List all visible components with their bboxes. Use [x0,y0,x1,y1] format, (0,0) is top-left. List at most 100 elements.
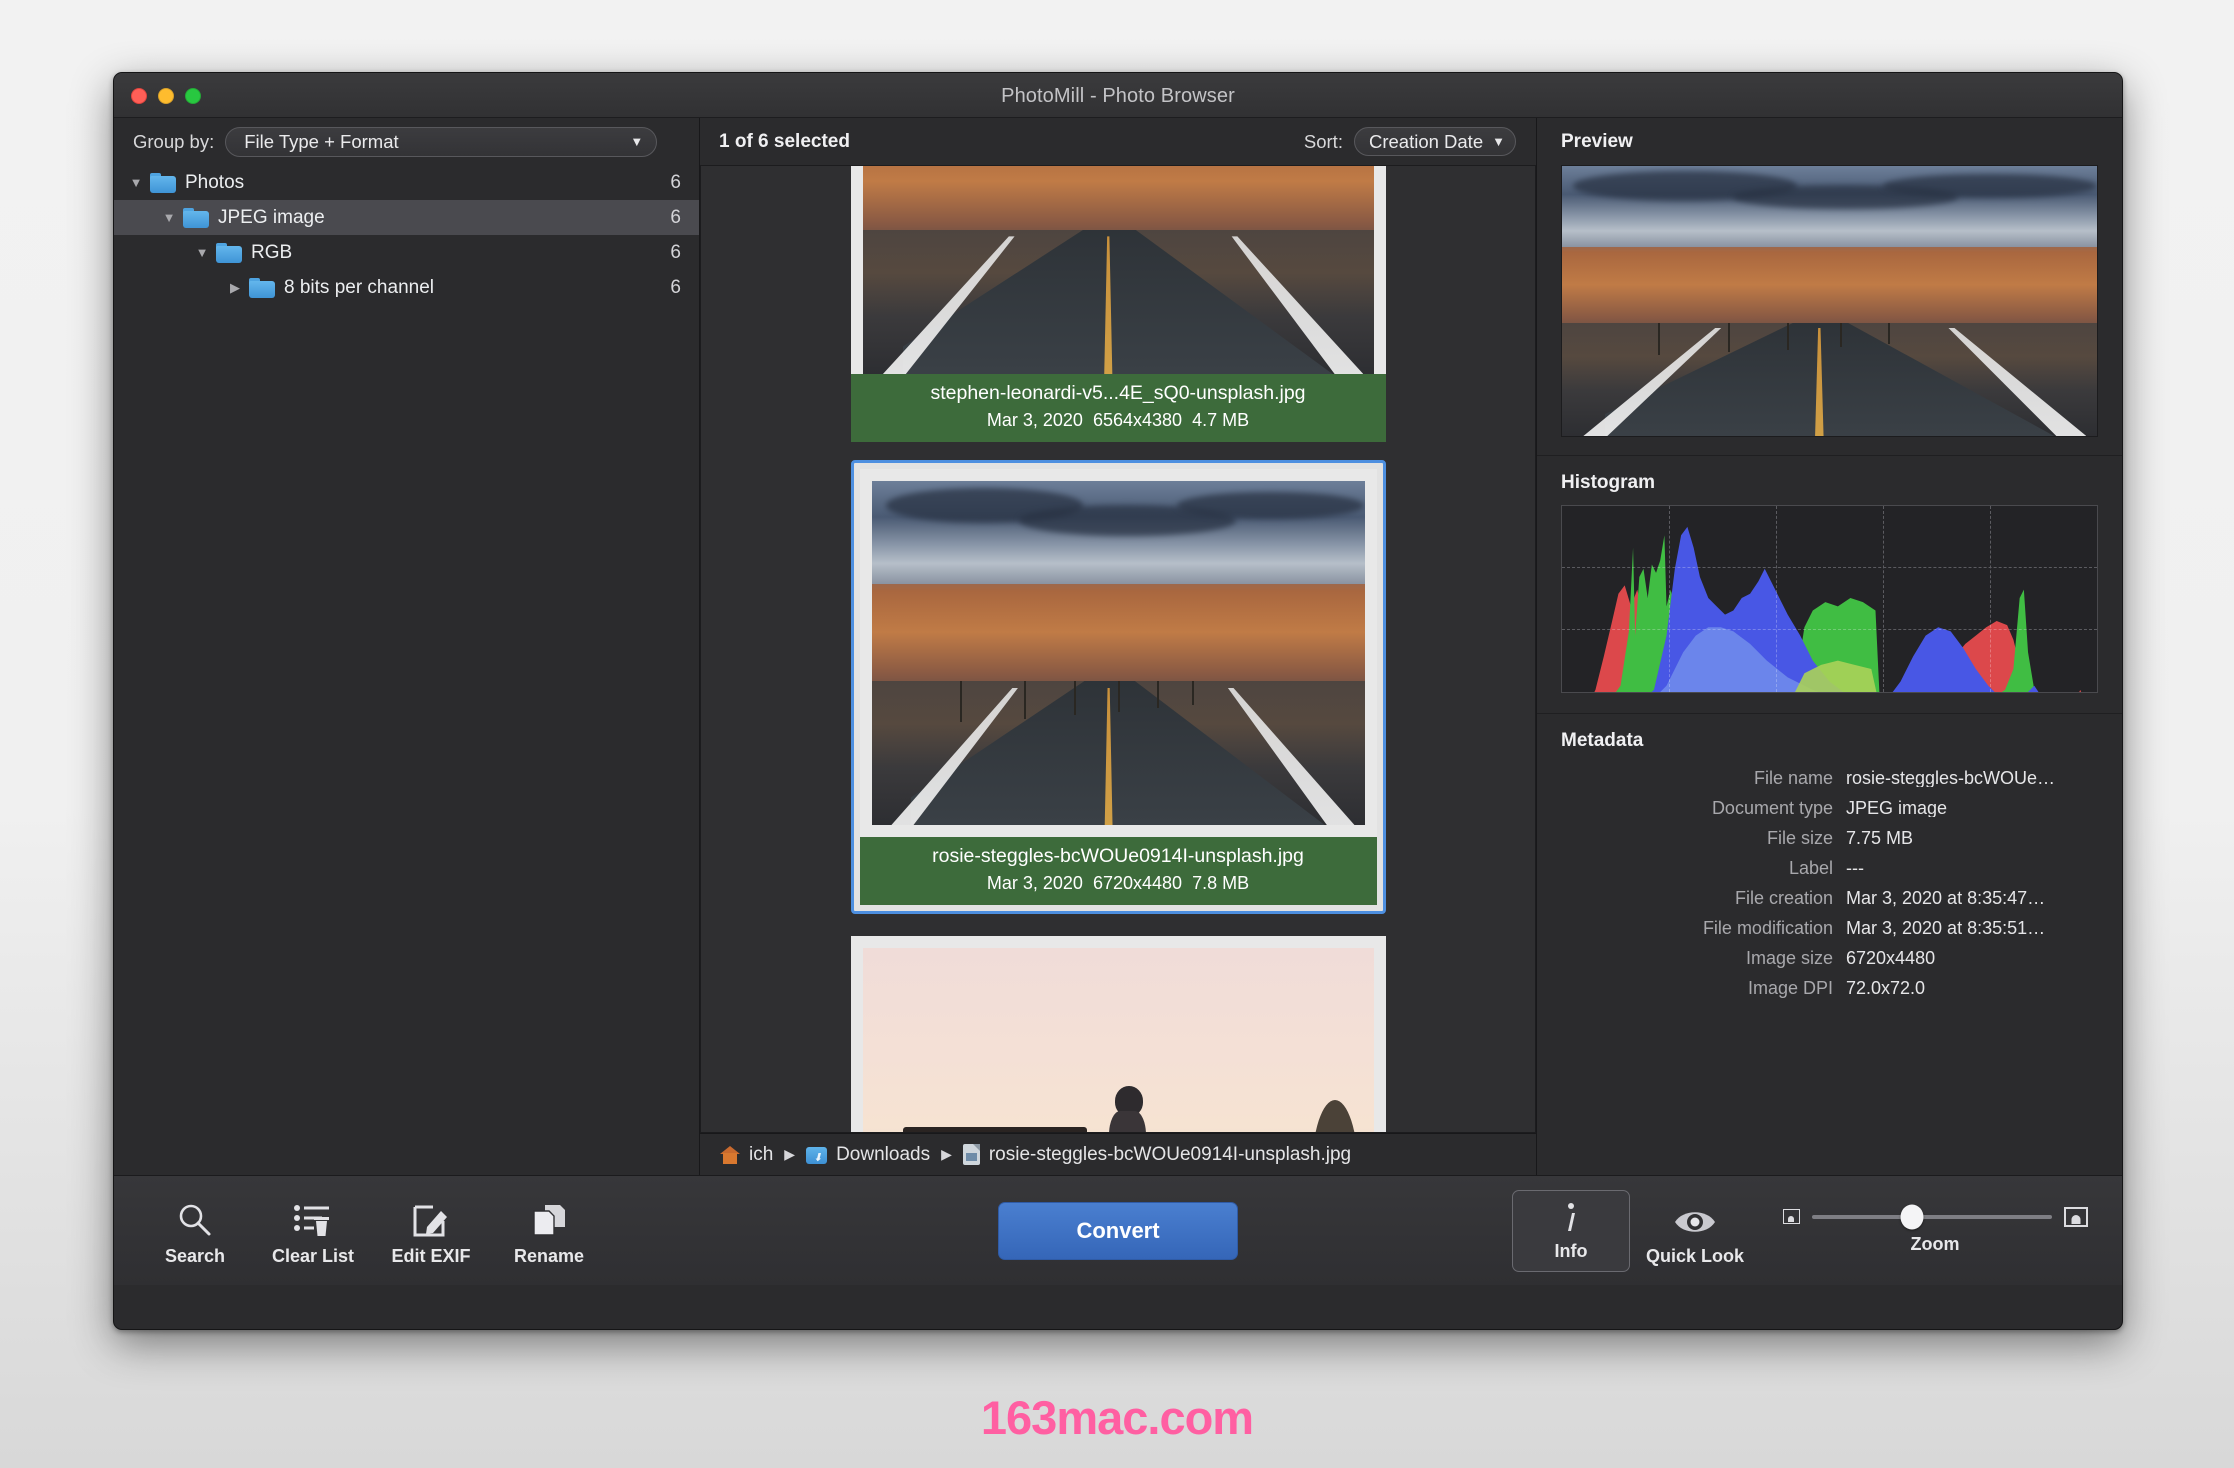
folder-icon [150,173,176,193]
info-icon [1560,1199,1582,1235]
metadata-value: Mar 3, 2020 at 8:35:47… [1846,889,2045,907]
breadcrumb-file[interactable]: rosie-steggles-bcWOUe0914I-unsplash.jpg [989,1144,1351,1166]
sidebar-item-rgb[interactable]: ▼ RGB 6 [114,235,699,270]
bottom-toolbar: Search Clear List Edit EX [114,1175,2122,1285]
photo-thumbnail [863,948,1374,1133]
photo-thumbnail [872,481,1365,825]
metadata-value: 72.0x72.0 [1846,979,1925,997]
zoom-slider-knob[interactable] [1901,1204,1924,1229]
preview-header: Preview [1537,118,2122,165]
photo-grid[interactable]: stephen-leonardi-v5...4E_sQ0-unsplash.jp… [700,165,1536,1133]
breadcrumb-folder[interactable]: Downloads [836,1144,930,1166]
top-toolbar: Group by: File Type + Format ▼ 1 of 6 se… [114,118,2122,165]
group-by-zone: Group by: File Type + Format ▼ [114,118,700,165]
inspector-panel: Histogram Met [1537,165,2122,1175]
zoom-in-icon[interactable] [2064,1207,2088,1227]
grid-item-selected[interactable]: rosie-steggles-bcWOUe0914I-unsplash.jpg … [851,460,1386,914]
sort-dropdown[interactable]: Creation Date ▼ [1354,127,1516,156]
zoom-out-icon[interactable] [1783,1209,1800,1224]
metadata-value: rosie-steggles-bcWOUe… [1846,769,2055,787]
metadata-row: File size 7.75 MB [1561,823,2098,853]
photo-grid-panel: stephen-leonardi-v5...4E_sQ0-unsplash.jp… [700,165,1537,1175]
preview-image [1562,166,2097,436]
metadata-row: Image DPI 72.0x72.0 [1561,973,2098,1003]
right-tools: Info Quick Look Zoom [1512,1190,2100,1272]
photo-frame [851,165,1386,374]
rename-icon [529,1195,569,1239]
convert-button[interactable]: Convert [998,1202,1238,1260]
grid-item[interactable]: stephen-leonardi-v5...4E_sQ0-unsplash.jp… [851,165,1386,442]
watermark: 163mac.com [0,1390,2234,1445]
rename-button[interactable]: Rename [490,1195,608,1267]
metadata-row: Label --- [1561,853,2098,883]
quick-look-label: Quick Look [1646,1246,1744,1267]
sidebar-item-label: JPEG image [218,207,670,229]
quick-look-button[interactable]: Quick Look [1636,1195,1754,1267]
clear-list-button[interactable]: Clear List [254,1195,372,1267]
document-icon [963,1144,980,1165]
edit-exif-label: Edit EXIF [391,1246,470,1267]
metadata-header: Metadata [1537,714,2122,763]
preview-box [1561,165,2098,437]
histogram-canvas [1562,506,2097,693]
metadata-value: Mar 3, 2020 at 8:35:51… [1846,919,2045,937]
breadcrumb-home[interactable]: ich [749,1144,773,1166]
metadata-value: 6720x4480 [1846,949,1935,967]
sidebar-item-8-bits-per-channel[interactable]: ▶ 8 bits per channel 6 [114,270,699,305]
info-button[interactable]: Info [1512,1190,1630,1272]
sidebar-tree: ▼ Photos 6 ▼ JPEG image 6 ▼ RGB 6 ▶ 8 bi… [114,165,700,1175]
chevron-right-icon[interactable]: ▶ [225,280,245,296]
clear-list-label: Clear List [272,1246,354,1267]
search-button[interactable]: Search [136,1195,254,1267]
sort-label: Sort: [1304,131,1343,153]
sidebar-item-jpeg-image[interactable]: ▼ JPEG image 6 [114,200,699,235]
search-label: Search [165,1246,225,1267]
info-label: Info [1555,1241,1588,1262]
group-by-dropdown[interactable]: File Type + Format ▼ [225,127,657,157]
main-body: ▼ Photos 6 ▼ JPEG image 6 ▼ RGB 6 ▶ 8 bi… [114,165,2122,1175]
sort-value: Creation Date [1369,131,1483,153]
rename-label: Rename [514,1246,584,1267]
metadata-key: File size [1561,829,1846,847]
histogram-header: Histogram [1537,456,2122,505]
sidebar-item-label: RGB [251,242,670,264]
photo-caption: stephen-leonardi-v5...4E_sQ0-unsplash.jp… [851,374,1386,442]
clear-list-icon [293,1195,333,1239]
window-title: PhotoMill - Photo Browser [114,85,2122,108]
photo-frame [860,469,1377,837]
photo-filename: rosie-steggles-bcWOUe0914I-unsplash.jpg [864,843,1373,871]
chevron-down-icon[interactable]: ▼ [159,210,179,225]
histogram-chart [1561,505,2098,693]
metadata-value: --- [1846,859,1864,877]
metadata-key: File modification [1561,919,1846,937]
photo-caption: rosie-steggles-bcWOUe0914I-unsplash.jpg … [860,837,1377,905]
photo-frame [851,936,1386,1133]
sort-zone: Sort: Creation Date ▼ [1304,127,1516,156]
chevron-down-icon[interactable]: ▼ [192,245,212,260]
metadata-key: Image size [1561,949,1846,967]
edit-exif-button[interactable]: Edit EXIF [372,1195,490,1267]
folder-icon [183,208,209,228]
metadata-row: File name rosie-steggles-bcWOUe… [1561,763,2098,793]
zoom-slider[interactable] [1812,1215,2052,1219]
sidebar-item-label: Photos [185,172,670,194]
metadata-key: Document type [1561,799,1846,817]
chevron-right-icon: ▶ [941,1146,952,1163]
photo-thumbnail [863,165,1374,374]
metadata-row: Document type JPEG image [1561,793,2098,823]
sidebar-item-photos[interactable]: ▼ Photos 6 [114,165,699,200]
grid-item[interactable] [851,936,1386,1133]
metadata-row: File modification Mar 3, 2020 at 8:35:51… [1561,913,2098,943]
selection-status: 1 of 6 selected [719,131,850,153]
sidebar-item-count: 6 [670,277,681,299]
metadata-value: 7.75 MB [1846,829,1913,847]
zoom-control[interactable]: Zoom [1770,1207,2100,1255]
chevron-down-icon[interactable]: ▼ [126,175,146,190]
photo-meta: Mar 3, 2020 6720x4480 7.8 MB [864,871,1373,897]
zoom-label: Zoom [1911,1234,1960,1255]
metadata-key: Label [1561,859,1846,877]
group-by-label: Group by: [133,131,214,153]
breadcrumb: ich ▶ ⬇ Downloads ▶ rosie-steggles-bcWOU… [700,1133,1536,1175]
sidebar-item-label: 8 bits per channel [284,277,670,299]
metadata-row: Image size 6720x4480 [1561,943,2098,973]
